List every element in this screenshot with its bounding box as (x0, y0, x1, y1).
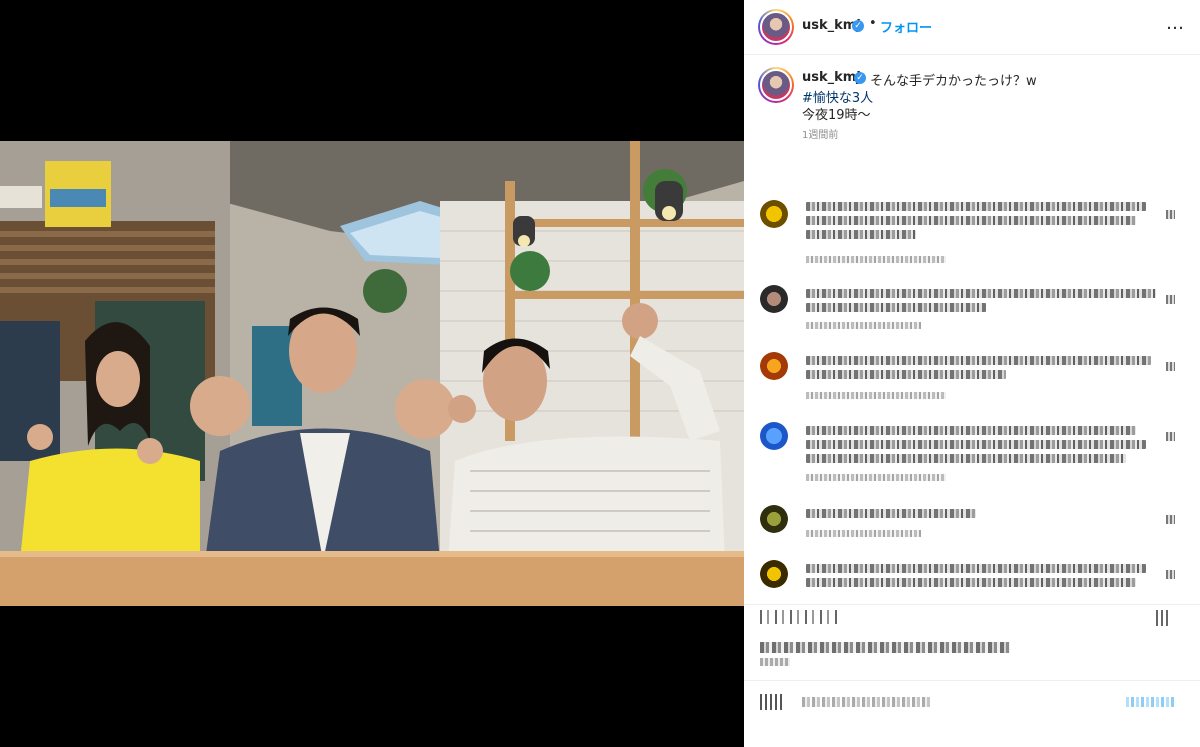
commenter-avatar[interactable] (760, 352, 788, 380)
comment-text-obscured (806, 509, 976, 518)
bookmark-icon[interactable] (1156, 610, 1170, 626)
comment-text-obscured (806, 202, 1146, 211)
heart-icon[interactable] (1166, 210, 1175, 219)
comment-box-divider (744, 680, 1200, 681)
caption-author-avatar[interactable] (758, 67, 794, 103)
comment-meta-obscured (806, 474, 946, 481)
comment-text-obscured (806, 426, 1136, 435)
commenter-avatar[interactable] (760, 505, 788, 533)
comment-meta-obscured (806, 256, 946, 263)
add-comment-input[interactable] (802, 697, 932, 707)
comment-meta-obscured (806, 322, 921, 329)
emoji-icon[interactable] (760, 694, 782, 710)
comment-meta-obscured (806, 392, 946, 399)
actions-divider (744, 604, 1200, 605)
post-side-panel: usk_kmj ✓ • フォロー … usk_kmj ✓ そんな手デカかったっけ… (744, 0, 1200, 747)
action-icons-obscured[interactable] (760, 610, 840, 624)
caption-username[interactable]: usk_kmj (802, 70, 861, 85)
comment-text-obscured (806, 454, 1126, 463)
caption-text: そんな手デカかったっけ？w (870, 74, 1037, 89)
post-date-obscured (760, 658, 790, 666)
comment-text-obscured (806, 578, 1136, 587)
comment-text-obscured (806, 289, 1156, 298)
comment-text-obscured (806, 216, 1136, 225)
post-photo[interactable] (0, 141, 744, 606)
more-options-icon[interactable]: … (1166, 13, 1185, 34)
heart-icon[interactable] (1166, 295, 1175, 304)
author-avatar[interactable] (758, 9, 794, 45)
heart-icon[interactable] (1166, 515, 1175, 524)
post-media-pane (0, 0, 744, 747)
commenter-avatar[interactable] (760, 285, 788, 313)
heart-icon[interactable] (1166, 362, 1175, 371)
post-header: usk_kmj ✓ • フォロー … (744, 0, 1200, 55)
comment-text-obscured (806, 440, 1146, 449)
commenter-avatar[interactable] (760, 560, 788, 588)
caption-line-2: 今夜19時〜 (802, 108, 871, 123)
follow-button[interactable]: フォロー (880, 17, 932, 36)
commenter-avatar[interactable] (760, 200, 788, 228)
comment-text-obscured (806, 356, 1151, 365)
separator-dot: • (869, 16, 877, 31)
heart-icon[interactable] (1166, 432, 1175, 441)
heart-icon[interactable] (1166, 570, 1175, 579)
post-comment-button[interactable] (1126, 697, 1174, 707)
likes-count-obscured[interactable] (760, 642, 1010, 653)
commenter-avatar[interactable] (760, 422, 788, 450)
comment-text-obscured (806, 370, 1006, 379)
comment-text-obscured (806, 303, 986, 312)
comment-meta-obscured (806, 530, 921, 537)
verified-badge-icon: ✓ (852, 20, 864, 32)
comment-text-obscured (806, 230, 916, 239)
comment-text-obscured (806, 564, 1146, 573)
studio-photo-illustration (0, 141, 744, 606)
verified-badge-icon: ✓ (854, 72, 866, 84)
caption-timestamp[interactable]: 1週間前 (802, 126, 838, 141)
